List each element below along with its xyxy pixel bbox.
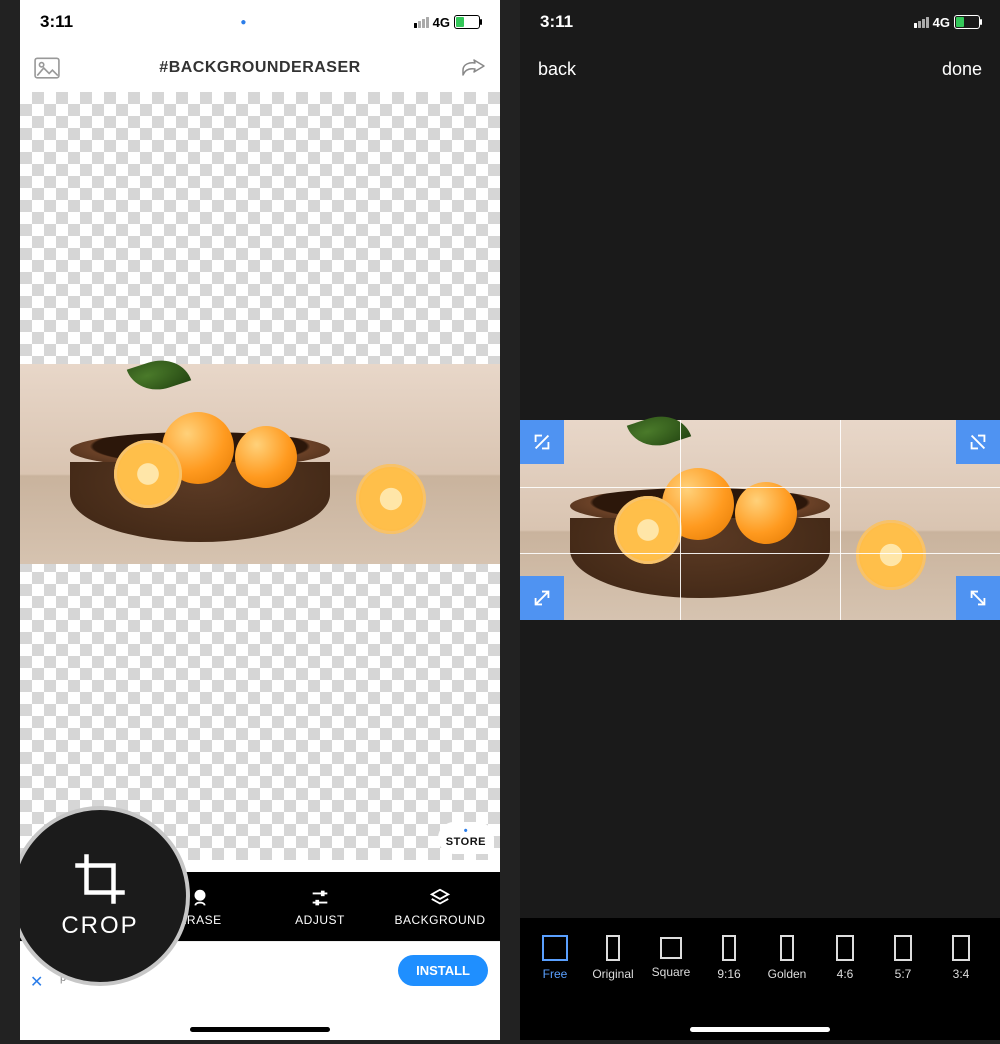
screenshot-right: 3:11 4G back done <box>520 0 1000 1040</box>
ratio-square[interactable]: Square <box>642 937 700 979</box>
status-right: 4G <box>414 15 480 30</box>
crop-icon <box>73 852 127 906</box>
crop-handle-top-left[interactable] <box>520 420 564 464</box>
tab-label: BACKGROUND <box>394 913 485 927</box>
app-title: #BACKGROUNDERASER <box>159 59 360 77</box>
gallery-button[interactable] <box>32 55 62 81</box>
ratio-5-7[interactable]: 5:7 <box>874 935 932 981</box>
ratio-icon <box>780 935 794 961</box>
erase-icon <box>189 887 211 909</box>
ratio-3-4[interactable]: 3:4 <box>932 935 990 981</box>
crop-handle-bottom-right[interactable] <box>956 576 1000 620</box>
screenshot-left: 3:11 ● 4G #BACKGROUNDERASER <box>20 0 500 1040</box>
ratio-icon <box>952 935 970 961</box>
editor-canvas[interactable]: STORE <box>20 92 500 860</box>
ratio-label: 5:7 <box>895 967 912 981</box>
image-icon <box>34 57 60 79</box>
ad-install-button[interactable]: INSTALL <box>398 955 488 986</box>
ratio-label: Golden <box>768 967 807 981</box>
ratio-original[interactable]: Original <box>584 935 642 981</box>
status-time: 3:11 <box>40 12 73 32</box>
ratio-icon <box>660 937 682 959</box>
aspect-ratio-bar[interactable]: Free Original Square 9:16 Golden 4:6 <box>520 918 1000 998</box>
ratio-golden[interactable]: Golden <box>758 935 816 981</box>
share-icon <box>460 57 486 79</box>
status-right: 4G <box>914 15 980 30</box>
battery-icon <box>954 15 980 29</box>
back-button[interactable]: back <box>538 59 576 80</box>
share-button[interactable] <box>458 55 488 81</box>
sliders-icon <box>309 887 331 909</box>
battery-icon <box>454 15 480 29</box>
done-button[interactable]: done <box>942 59 982 80</box>
crop-callout-label: CROP <box>61 912 138 940</box>
crop-nav: back done <box>520 44 1000 94</box>
home-indicator[interactable] <box>190 1027 330 1032</box>
status-network: 4G <box>433 15 450 30</box>
ratio-label: Original <box>592 967 633 981</box>
ratio-9-16[interactable]: 9:16 <box>700 935 758 981</box>
status-bar: 3:11 ● 4G <box>20 0 500 44</box>
ratio-8-1[interactable]: 8:1 <box>990 935 1000 981</box>
image-on-canvas[interactable] <box>20 364 500 564</box>
signal-icon <box>414 17 429 28</box>
ratio-icon <box>722 935 736 961</box>
ratio-4-6[interactable]: 4:6 <box>816 935 874 981</box>
ratio-label: 9:16 <box>717 967 740 981</box>
status-time: 3:11 <box>540 12 573 32</box>
ratio-label: Square <box>652 965 691 979</box>
ratio-icon <box>606 935 620 961</box>
crop-handle-top-right[interactable] <box>956 420 1000 464</box>
tab-label: ADJUST <box>295 913 345 927</box>
crop-image-area[interactable] <box>520 420 1000 620</box>
status-network: 4G <box>933 15 950 30</box>
store-badge[interactable]: STORE <box>438 822 494 854</box>
crop-handle-bottom-left[interactable] <box>520 576 564 620</box>
ratio-icon <box>542 935 568 961</box>
app-header: #BACKGROUNDERASER <box>20 44 500 93</box>
ad-close-icon[interactable]: ✕ <box>30 972 43 992</box>
recording-dot-icon: ● <box>240 17 246 28</box>
ratio-label: Free <box>543 967 568 981</box>
status-bar: 3:11 4G <box>520 0 1000 44</box>
tab-background[interactable]: BACKGROUND <box>380 872 500 942</box>
tab-adjust[interactable]: ADJUST <box>260 872 380 942</box>
layers-icon <box>429 887 451 909</box>
ratio-label: 4:6 <box>837 967 854 981</box>
ratio-icon <box>836 935 854 961</box>
ratio-label: 3:4 <box>953 967 970 981</box>
home-indicator[interactable] <box>690 1027 830 1032</box>
signal-icon <box>914 17 929 28</box>
ratio-icon <box>894 935 912 961</box>
ratio-free[interactable]: Free <box>526 935 584 981</box>
